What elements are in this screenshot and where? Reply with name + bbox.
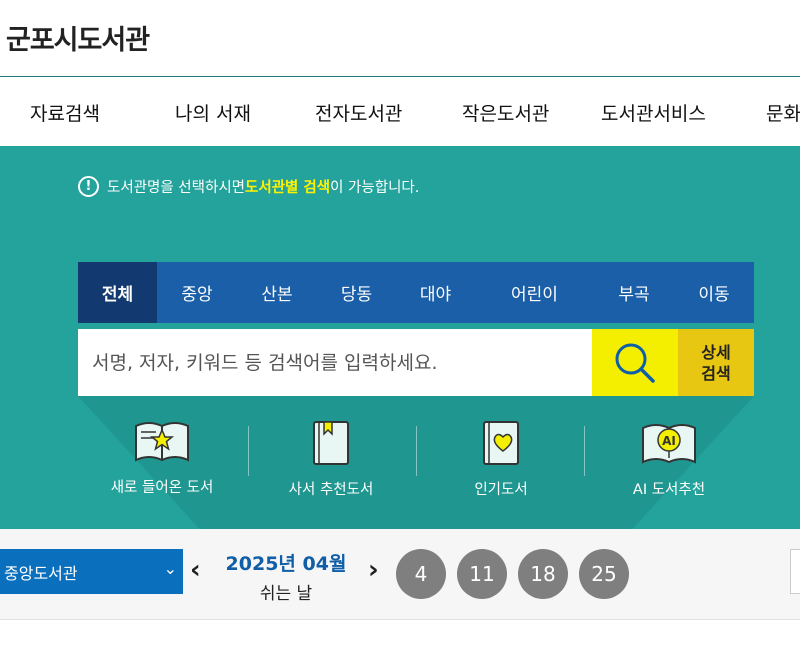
search-hero: ! 도서관명을 선택하시면 도서관별 검색 이 가능합니다. 전체 중앙 산본 … — [0, 146, 800, 529]
quick-link-librarian-picks[interactable]: 사서 추천도서 — [246, 418, 416, 499]
library-select-value: 중앙도서관 — [4, 563, 78, 583]
tab-bugok[interactable]: 부곡 — [594, 262, 674, 323]
exclamation-circle-icon: ! — [78, 176, 99, 197]
nav-item-e-library[interactable]: 전자도서관 — [315, 99, 402, 126]
quick-link-label: 사서 추천도서 — [288, 482, 374, 498]
tab-idong[interactable]: 이동 — [674, 262, 754, 323]
search-notice: ! 도서관명을 선택하시면 도서관별 검색 이 가능합니다. — [78, 176, 419, 197]
chevron-right-icon[interactable]: › — [368, 555, 379, 585]
chevron-left-icon[interactable]: ‹ — [190, 555, 201, 585]
ai-book-icon: AI — [642, 424, 696, 464]
closed-day-badge: 11 — [457, 549, 507, 599]
nav-item-small-library[interactable]: 작은도서관 — [462, 99, 549, 126]
advanced-search-button[interactable]: 상세 검색 — [678, 329, 754, 396]
quick-link-label: AI 도서추천 — [632, 482, 706, 498]
month-display: 2025년 04월 쉬는 날 — [222, 549, 350, 604]
tab-children[interactable]: 어린이 — [475, 262, 594, 323]
closed-day-badge: 18 — [518, 549, 568, 599]
main-navigation: 자료검색 나의 서재 전자도서관 작은도서관 도서관서비스 문화 — [0, 78, 800, 146]
closed-days-bar: 중앙도서관 ⌄ ‹ 2025년 04월 쉬는 날 › 4 11 18 25 — [0, 529, 800, 619]
tab-dangdong[interactable]: 당동 — [317, 262, 396, 323]
magnifier-icon — [615, 343, 655, 383]
library-select[interactable]: 중앙도서관 ⌄ — [0, 549, 183, 594]
search-button[interactable] — [592, 329, 678, 396]
chevron-down-icon: ⌄ — [163, 559, 177, 578]
tab-sanbon[interactable]: 산본 — [237, 262, 317, 323]
site-logo[interactable]: 군포시도서관 — [6, 18, 150, 57]
nav-item-search[interactable]: 자료검색 — [30, 99, 100, 126]
library-tabs: 전체 중앙 산본 당동 대야 어린이 부곡 이동 — [78, 262, 754, 323]
advanced-search-label-1: 상세 — [701, 342, 731, 362]
notice-highlight: 도서관별 검색 — [245, 180, 331, 196]
right-panel-edge — [790, 549, 800, 594]
bookmark-book-icon — [313, 421, 349, 465]
search-bar: 상세 검색 — [78, 329, 754, 396]
nav-item-culture[interactable]: 문화 — [766, 99, 800, 126]
tab-daeya[interactable]: 대야 — [396, 262, 475, 323]
search-input[interactable] — [78, 329, 592, 396]
advanced-search-label-2: 검색 — [701, 363, 731, 383]
notice-text-after: 이 가능합니다. — [330, 180, 420, 196]
tab-central[interactable]: 중앙 — [157, 262, 237, 323]
quick-link-new-books[interactable]: 새로 들어온 도서 — [77, 418, 247, 497]
closed-days-label: 쉬는 날 — [259, 584, 313, 604]
nav-item-my-library[interactable]: 나의 서재 — [175, 99, 251, 126]
quick-link-label: 새로 들어온 도서 — [110, 480, 214, 496]
closed-day-badge: 4 — [396, 549, 446, 599]
site-header: 군포시도서관 — [0, 0, 800, 77]
notice-text-before: 도서관명을 선택하시면 — [107, 180, 246, 196]
section-divider — [0, 619, 800, 620]
quick-link-label: 인기도서 — [474, 482, 528, 498]
nav-item-library-service[interactable]: 도서관서비스 — [601, 99, 706, 126]
svg-text:AI: AI — [662, 434, 676, 448]
quick-link-popular[interactable]: 인기도서 — [416, 418, 586, 499]
heart-book-icon — [483, 421, 519, 465]
month-title: 2025년 04월 — [225, 553, 347, 575]
open-book-star-icon — [135, 422, 189, 462]
closed-day-badge: 25 — [579, 549, 629, 599]
tab-all[interactable]: 전체 — [78, 262, 157, 323]
quick-link-ai-recommend[interactable]: AI AI 도서추천 — [584, 418, 754, 499]
